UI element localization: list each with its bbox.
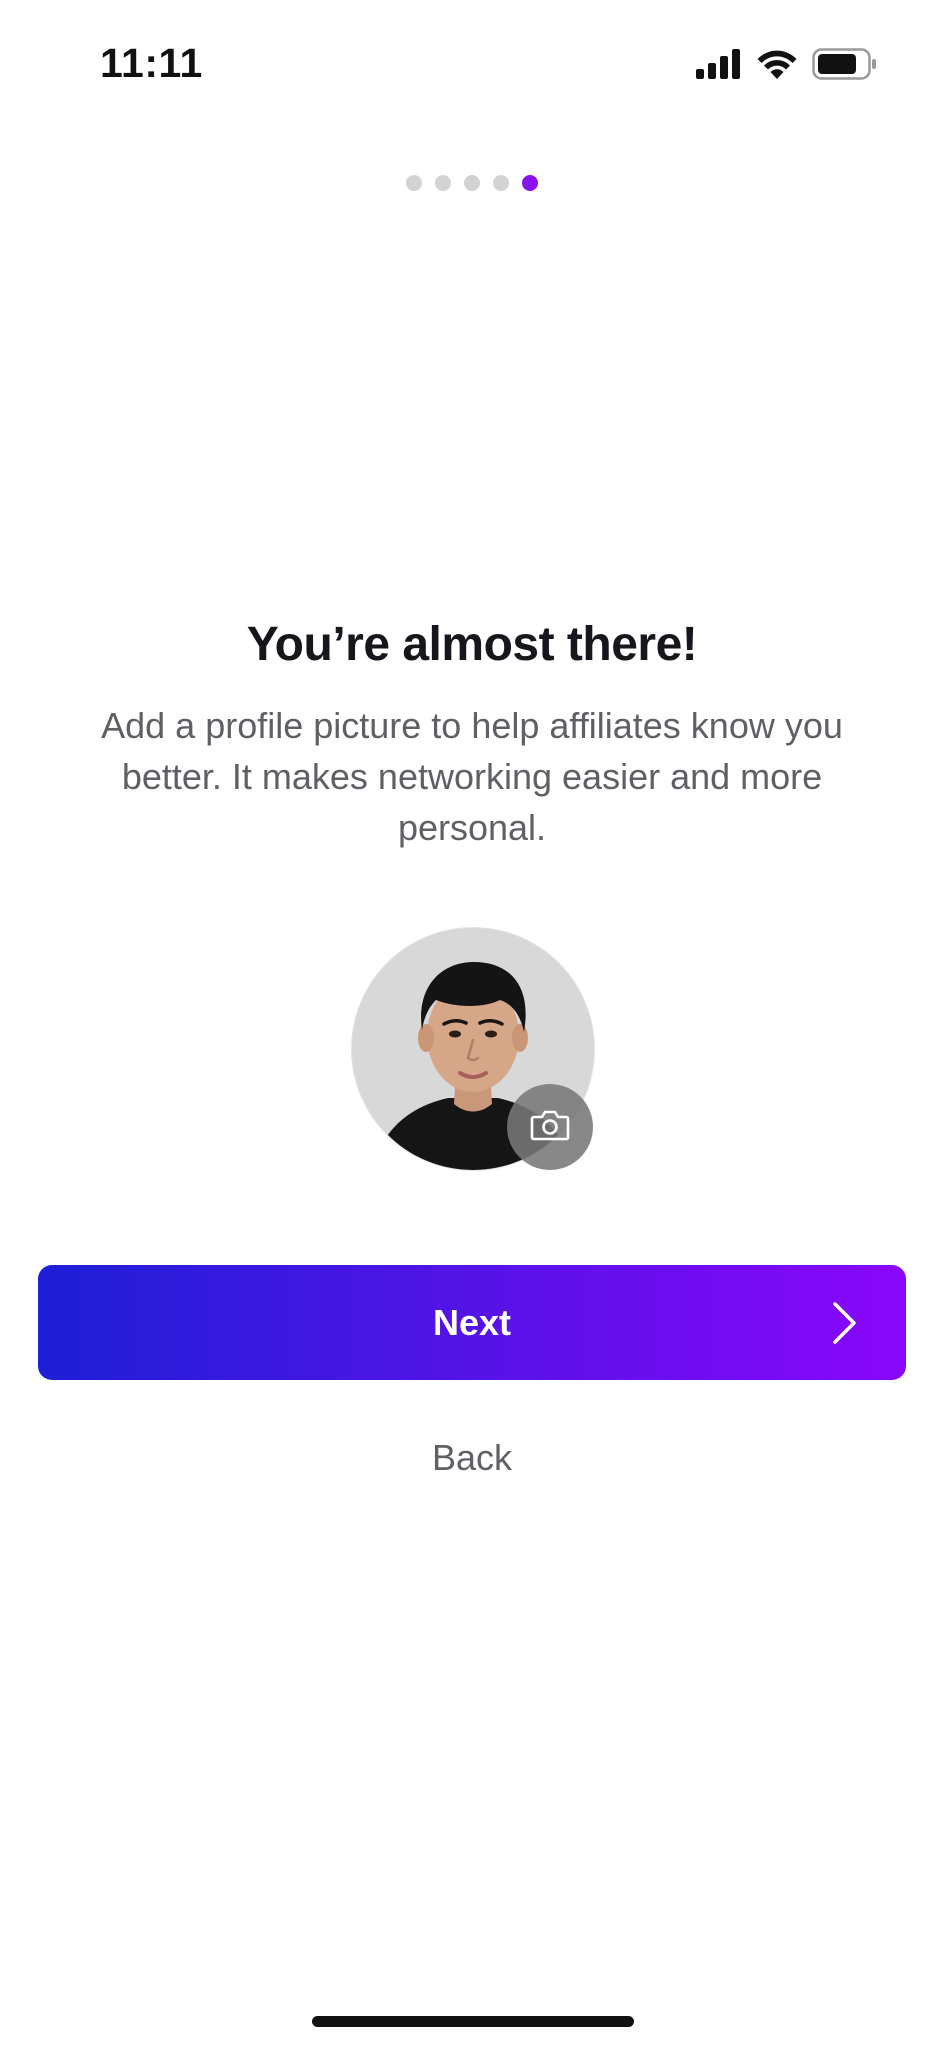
pager-dot-5-active <box>522 175 538 191</box>
page-title: You’re almost there! <box>246 618 698 671</box>
pager-dot-3 <box>464 175 480 191</box>
status-bar: 11:11 <box>0 0 944 130</box>
change-photo-button[interactable] <box>507 1084 593 1170</box>
home-indicator <box>312 2016 634 2027</box>
status-icons <box>696 48 878 80</box>
chevron-right-icon <box>832 1301 858 1348</box>
battery-icon <box>812 48 878 80</box>
status-time: 11:11 <box>100 40 203 86</box>
pager-dot-4 <box>493 175 509 191</box>
page-description: Add a profile picture to help affiliates… <box>101 705 843 848</box>
onboarding-pager <box>0 175 944 191</box>
next-button-label: Next <box>432 1302 512 1343</box>
pager-dot-1 <box>406 175 422 191</box>
back-button[interactable]: Back <box>372 1430 572 1486</box>
camera-icon <box>530 1109 570 1146</box>
profile-picture-picker[interactable] <box>352 928 594 1170</box>
pager-dot-2 <box>435 175 451 191</box>
wifi-icon <box>756 49 798 79</box>
next-button[interactable]: Next <box>38 1265 906 1380</box>
cellular-signal-icon <box>696 49 742 79</box>
